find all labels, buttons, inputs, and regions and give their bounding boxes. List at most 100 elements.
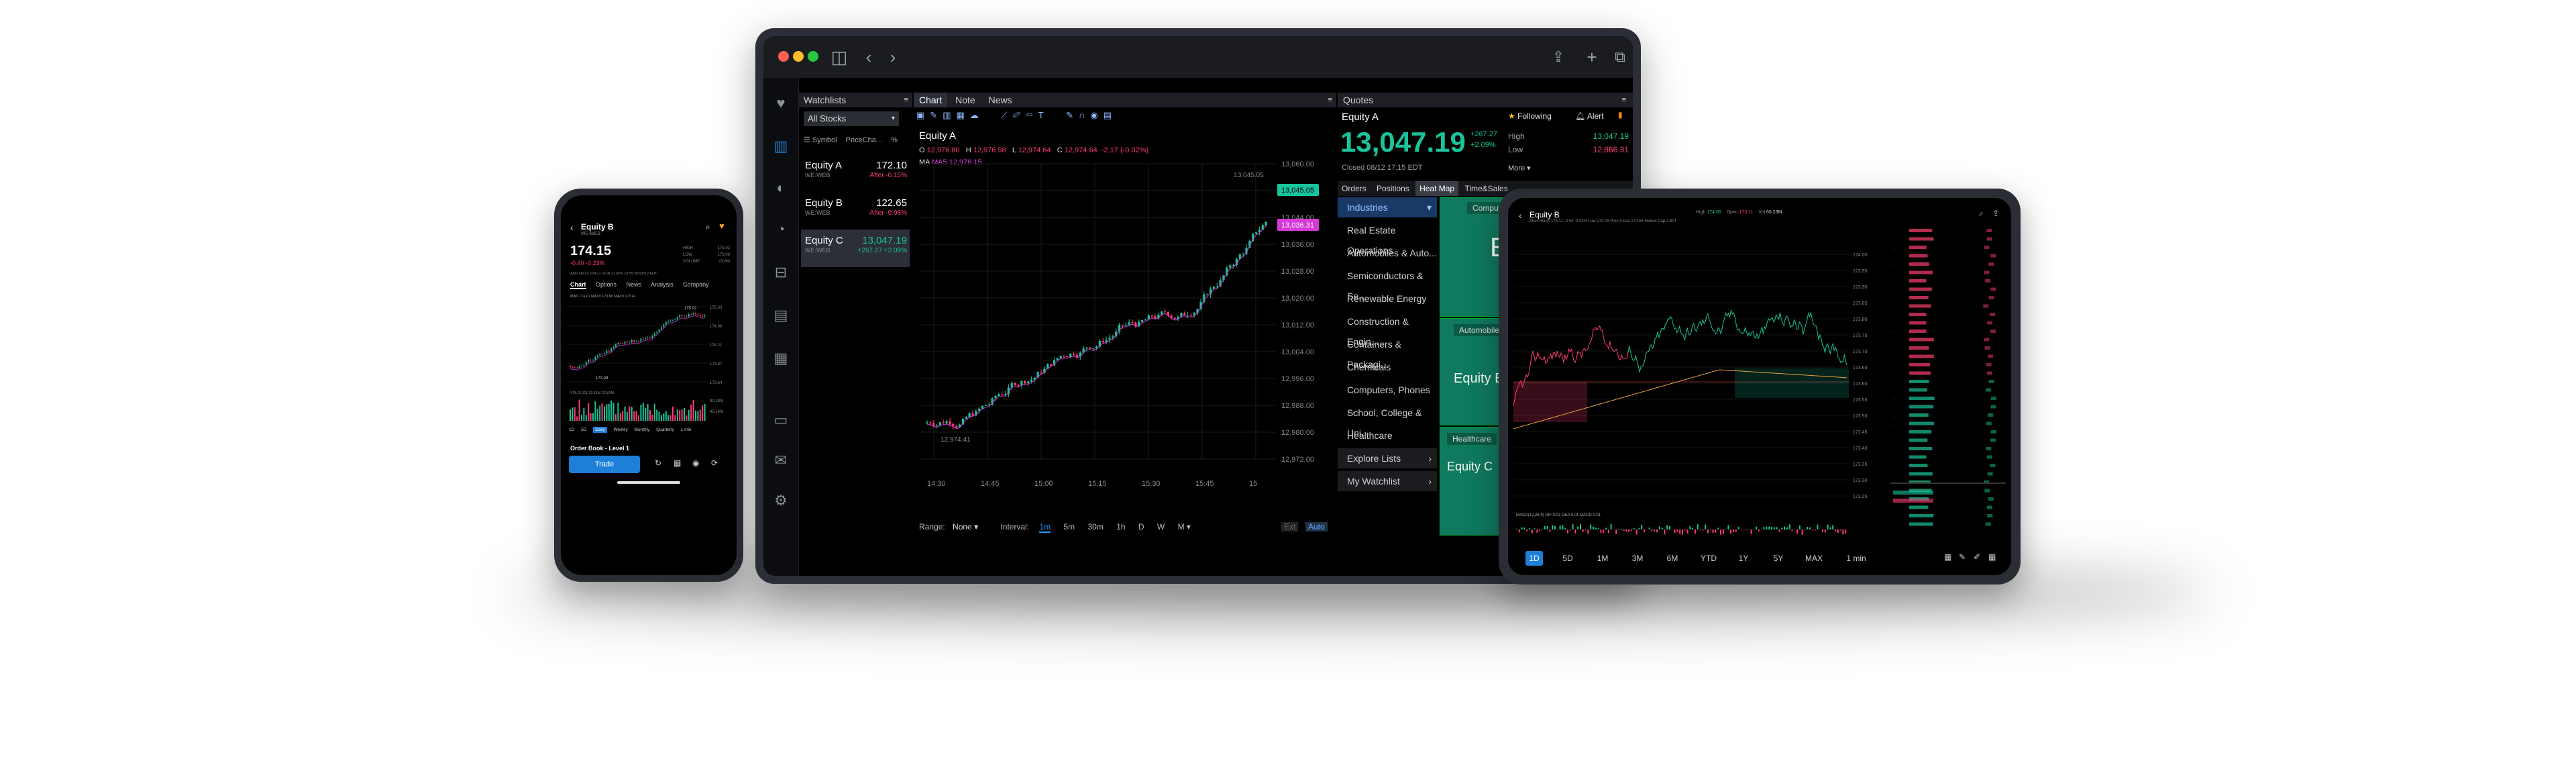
phone-user-icon[interactable]: ◉ <box>692 458 699 468</box>
industry-item[interactable]: Renewable Energy <box>1338 289 1437 309</box>
phone-tab-company[interactable]: Company <box>683 281 709 288</box>
window-minimize-button[interactable] <box>793 51 804 62</box>
alert-button[interactable]: 🔔︎ Alert <box>1575 111 1604 121</box>
ext-toggle[interactable]: Ext <box>1281 522 1299 531</box>
tablet-tf-1m[interactable]: 1M <box>1594 551 1611 566</box>
gauge-icon[interactable]: ◔ <box>771 220 790 239</box>
more-button[interactable]: More ▾ <box>1508 164 1531 172</box>
column-price-change[interactable]: PriceCha... <box>846 136 882 144</box>
watchlist-filter-select[interactable]: All Stocks ▾ <box>804 111 899 126</box>
interval-5m[interactable]: 5m <box>1063 522 1075 531</box>
phone-tab-chart[interactable]: Chart <box>570 281 586 289</box>
calendar-icon[interactable]: ▦ <box>771 349 790 368</box>
share-icon[interactable]: ⇪ <box>1547 46 1570 68</box>
watchlist-row-equity-b[interactable]: Equity B WE:WEB 122.65 After -0.06% <box>801 192 910 230</box>
layout-icon[interactable]: ▦ <box>957 110 970 120</box>
image-icon[interactable]: ▣ <box>916 110 930 120</box>
tablet-order-book[interactable]: ···································· <box>1890 227 2006 547</box>
industry-item[interactable]: Computers, Phones ... <box>1338 380 1437 415</box>
range-select[interactable]: None ▾ <box>953 522 978 531</box>
magnet-icon[interactable]: ∩ <box>1079 110 1090 120</box>
phone-tf-1d[interactable]: 1D <box>569 427 574 432</box>
draw-icon[interactable]: ✎ <box>930 110 943 120</box>
tab-note[interactable]: Note <box>950 95 981 105</box>
phone-search-icon[interactable]: ⌕ <box>706 222 710 232</box>
cards-icon[interactable]: ▤ <box>771 306 790 325</box>
column-symbol[interactable]: Symbol <box>812 136 837 144</box>
industry-item[interactable]: Semiconductors & Se... <box>1338 266 1437 301</box>
watchlists-tab[interactable]: Watchlists <box>798 95 846 105</box>
cloud-icon[interactable]: ☁ <box>970 110 984 120</box>
phone-tab-analysis[interactable]: Analysis <box>651 281 674 288</box>
subtab-positions[interactable]: Positions <box>1373 184 1413 193</box>
interval-w[interactable]: W <box>1157 522 1165 531</box>
tablet-grid-icon[interactable]: ▦ <box>1988 552 1996 562</box>
interval-1h[interactable]: 1h <box>1116 522 1125 531</box>
phone-tab-news[interactable]: News <box>627 281 642 288</box>
tablet-tf-max[interactable]: MAX <box>1803 551 1825 566</box>
phone-heart-icon[interactable]: ♥ <box>719 221 724 231</box>
interval-d[interactable]: D <box>1138 522 1144 531</box>
tablet-tf-1y[interactable]: 1Y <box>1735 551 1752 566</box>
phone-trade-button[interactable]: Trade <box>569 456 640 473</box>
window-zoom-button[interactable] <box>808 51 818 62</box>
auto-toggle[interactable]: Auto <box>1305 522 1328 531</box>
window-close-button[interactable] <box>778 51 789 62</box>
planet-icon[interactable]: ◐ <box>771 179 790 197</box>
tablet-edit-icon[interactable]: ✐ <box>1974 552 1980 562</box>
interval-1m[interactable]: 1m <box>1039 522 1051 533</box>
heart-icon[interactable]: ♥ <box>771 94 790 113</box>
industry-item[interactable]: Real Estate Operations <box>1338 220 1437 256</box>
new-tab-icon[interactable]: + <box>1580 46 1603 68</box>
orange-flag-icon[interactable]: ▮ <box>1618 110 1623 119</box>
phone-grid-icon[interactable]: ▦ <box>674 458 681 468</box>
watchlist-row-equity-a[interactable]: Equity A WE:WEB 172.10 After -0.15% <box>801 154 910 192</box>
phone-reload-icon[interactable]: ⟳ <box>711 458 718 468</box>
interval-m[interactable]: M <box>1178 522 1185 531</box>
sidebar-toggle-icon[interactable]: ◫ <box>828 46 851 68</box>
mail-icon[interactable]: ✉ <box>771 451 790 470</box>
industry-item[interactable]: School, College & Uni... <box>1338 403 1437 438</box>
tablet-tf-3m[interactable]: 3M <box>1629 551 1646 566</box>
tablet-tf-5y[interactable]: 5Y <box>1770 551 1787 566</box>
tablet-calendar-icon[interactable]: ▦ <box>1944 552 1951 562</box>
forward-arrow-icon[interactable]: › <box>881 46 904 68</box>
tablet-draw-icon[interactable]: ✎ <box>1959 552 1966 562</box>
quotes-menu-icon[interactable]: ≡ <box>1622 93 1626 107</box>
chat-icon[interactable]: ▭ <box>771 411 790 429</box>
tablet-tf-1d[interactable]: 1D <box>1525 551 1543 566</box>
candlestick-chart[interactable]: 13,060.0013,052.0013,044.0013,036.0013,0… <box>914 123 1336 513</box>
trendline-icon[interactable]: ⟋ <box>1001 110 1012 120</box>
phone-tf-daily[interactable]: Daily <box>593 427 607 433</box>
tablet-tf-5d[interactable]: 5D <box>1559 551 1576 566</box>
tab-news[interactable]: News <box>983 95 1018 105</box>
industry-item[interactable]: Chemicals <box>1338 357 1437 377</box>
interval-more-icon[interactable]: ▾ <box>1187 522 1191 531</box>
subtab-heat-map[interactable]: Heat Map <box>1415 181 1459 196</box>
phone-back-icon[interactable]: ‹ <box>570 222 574 233</box>
tablet-share-icon[interactable]: ⇪ <box>1992 209 1999 218</box>
eye-icon[interactable]: ◉ <box>1090 110 1103 120</box>
phone-order-book[interactable]: Order Book - Level 1 <box>570 445 629 452</box>
tablet-tf-1min[interactable]: 1 min <box>1841 551 1872 566</box>
settings-icon[interactable]: ⚙ <box>771 491 790 510</box>
phone-tab-options[interactable]: Options <box>596 281 616 288</box>
following-button[interactable]: ★ Following <box>1508 111 1552 121</box>
watchlist-row-equity-c[interactable]: Equity C WE:WEB 13,047.19 +267.27 +2.09% <box>801 230 910 267</box>
subtab-time-sales[interactable]: Time&Sales <box>1460 184 1511 193</box>
my-watchlist-item[interactable]: My Watchlist › <box>1338 471 1437 491</box>
industry-item[interactable]: Automobiles & Auto... <box>1338 243 1437 263</box>
column-percent[interactable]: % <box>891 136 898 144</box>
tablet-tf-6m[interactable]: 6M <box>1664 551 1681 566</box>
tablet-tf-ytd[interactable]: YTD <box>1699 551 1719 566</box>
phone-tf-weekly[interactable]: Weekly <box>614 427 628 432</box>
industry-item[interactable]: Containers & Packagi... <box>1338 334 1437 370</box>
explore-lists-item[interactable]: Explore Lists › <box>1338 448 1437 468</box>
watchlists-menu-icon[interactable]: ≡ <box>904 93 908 107</box>
industry-item[interactable]: Healthcare Providers... <box>1338 425 1437 461</box>
phone-candle-chart[interactable]: 175.03 174.66 174.21 173.87 173.64 175.02 173.… <box>566 300 731 387</box>
phone-refresh-icon[interactable]: ↻ <box>655 458 661 468</box>
cart-icon[interactable]: ⊟ <box>771 263 790 282</box>
tabs-overview-icon[interactable]: ⧉ <box>1609 46 1631 68</box>
shapes-icon[interactable]: ▭ <box>1026 110 1038 120</box>
